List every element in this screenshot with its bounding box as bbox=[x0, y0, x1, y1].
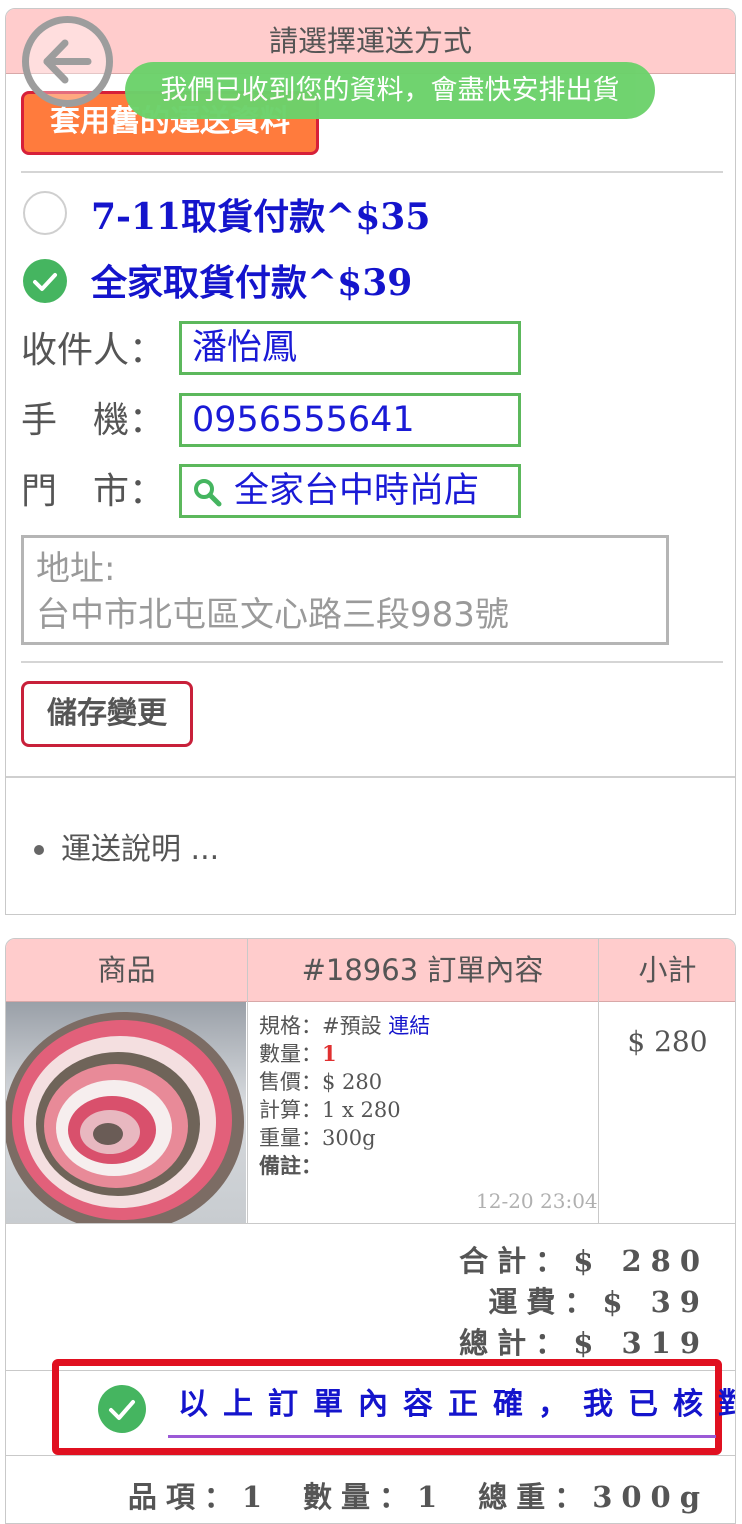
search-icon bbox=[194, 479, 222, 507]
option-7-11-label[interactable]: 7-11取貨付款^$35 bbox=[91, 195, 430, 239]
remark-label: 備註： bbox=[259, 1153, 322, 1178]
yarn-ball-image bbox=[6, 1012, 244, 1223]
calc-label: 計算： bbox=[259, 1098, 322, 1122]
bullet bbox=[34, 845, 44, 855]
address-field[interactable]: 地址: 台中市北屯區文心路三段983號 bbox=[21, 535, 669, 645]
shipping-fee-value: $ 39 bbox=[602, 1285, 709, 1319]
product-image[interactable] bbox=[6, 1002, 246, 1223]
qty-label: 數量： bbox=[259, 1042, 322, 1066]
weight-label: 重量： bbox=[259, 1126, 322, 1150]
phone-field[interactable]: 0956555641 bbox=[179, 393, 521, 447]
spec-link[interactable]: 連結 bbox=[388, 1014, 430, 1038]
radio-7-11[interactable] bbox=[23, 191, 67, 235]
column-header-product: 商品 bbox=[6, 939, 247, 1002]
total-label: 合計： bbox=[459, 1244, 574, 1278]
store-label: 門 市： bbox=[21, 471, 166, 512]
shipping-note-link[interactable]: 運送說明 ... bbox=[61, 824, 219, 868]
confirm-underline bbox=[168, 1435, 716, 1438]
calc-value: 1 x 280 bbox=[322, 1098, 401, 1122]
spec-row: 規格：#預設 連結 bbox=[259, 1012, 430, 1040]
address-value: 台中市北屯區文心路三段983號 bbox=[36, 595, 509, 635]
column-divider bbox=[598, 939, 599, 1223]
back-button[interactable] bbox=[20, 14, 115, 109]
stat-items: 品項：1 bbox=[127, 1480, 271, 1514]
item-subtotal: $ 280 bbox=[627, 1025, 708, 1058]
store-field[interactable]: 全家台中時尚店 bbox=[179, 464, 521, 518]
weight-row: 重量：300g bbox=[259, 1124, 376, 1152]
store-value: 全家台中時尚店 bbox=[234, 471, 480, 511]
back-arrow-icon bbox=[22, 16, 113, 107]
divider bbox=[6, 1455, 735, 1456]
divider bbox=[21, 661, 723, 663]
grand-total-value: $ 319 bbox=[573, 1326, 709, 1360]
phone-label: 手 機： bbox=[21, 400, 166, 441]
check-icon bbox=[33, 273, 57, 291]
price-row: 售價：$ 280 bbox=[259, 1068, 382, 1096]
column-header-content: #18963 訂單內容 bbox=[247, 939, 598, 1002]
order-timestamp: 12-20 23:04 bbox=[476, 1189, 598, 1213]
total-value: $ 280 bbox=[573, 1244, 709, 1278]
grand-total-label: 總計： bbox=[459, 1326, 574, 1360]
divider bbox=[6, 776, 735, 778]
stat-weight: 總重：300g bbox=[478, 1480, 709, 1514]
check-icon bbox=[109, 1400, 135, 1420]
divider bbox=[6, 1223, 735, 1224]
spec-label: 規格： bbox=[259, 1014, 322, 1038]
column-header-subtotal: 小計 bbox=[598, 939, 735, 1002]
recipient-label: 收件人： bbox=[21, 330, 166, 371]
address-label: 地址: bbox=[36, 549, 116, 589]
qty-row: 數量：1 bbox=[259, 1040, 337, 1068]
save-changes-button[interactable]: 儲存變更 bbox=[21, 681, 193, 747]
toast-message: 我們已收到您的資料，會盡快安排出貨 bbox=[125, 62, 655, 119]
price-label: 售價： bbox=[259, 1070, 322, 1094]
price-value: $ 280 bbox=[322, 1070, 383, 1094]
recipient-field[interactable]: 潘怡鳳 bbox=[179, 321, 521, 375]
order-panel: 商品 #18963 訂單內容 小計 規格：#預設 連結 數量：1 售價：$ 28… bbox=[5, 938, 736, 1524]
qty-value: 1 bbox=[322, 1041, 337, 1066]
summary-shipping: 運費：$ 39 bbox=[488, 1279, 709, 1321]
summary-grand-total: 總計：$ 319 bbox=[459, 1320, 709, 1362]
divider bbox=[21, 171, 723, 173]
summary-total: 合計：$ 280 bbox=[459, 1238, 709, 1280]
confirm-checkbox[interactable] bbox=[98, 1385, 146, 1433]
column-divider bbox=[247, 939, 248, 1223]
shipping-fee-label: 運費： bbox=[488, 1285, 603, 1319]
calc-row: 計算：1 x 280 bbox=[259, 1096, 401, 1124]
stat-quantity: 數量：1 bbox=[303, 1480, 447, 1514]
shipping-panel: 請選擇運送方式 套用舊的運送資料 7-11取貨付款^$35 全家取貨付款^$39… bbox=[5, 8, 736, 915]
option-familymart-label[interactable]: 全家取貨付款^$39 bbox=[91, 261, 412, 305]
radio-familymart-checked[interactable] bbox=[23, 259, 67, 303]
remark-row: 備註： bbox=[259, 1152, 322, 1180]
spec-value: #預設 bbox=[322, 1014, 382, 1038]
weight-value: 300g bbox=[322, 1126, 376, 1150]
order-stats: 品項：1 數量：1 總重：300g bbox=[128, 1474, 709, 1516]
confirm-order-label[interactable]: 以上訂單內容正確，我已核對 bbox=[178, 1385, 735, 1425]
